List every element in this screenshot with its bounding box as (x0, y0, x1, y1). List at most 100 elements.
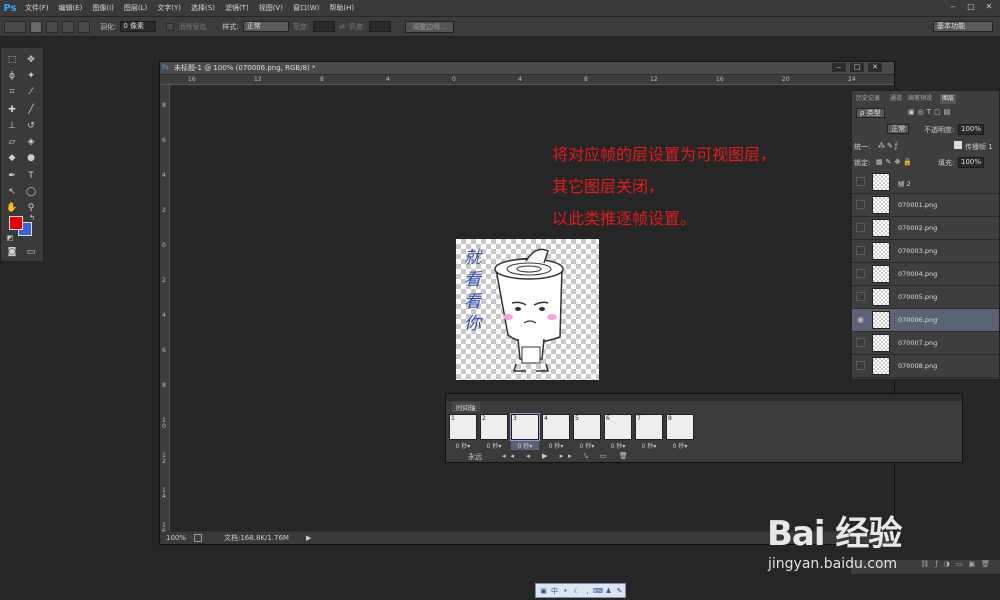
layer-row[interactable]: 070001.png (852, 194, 999, 217)
screen-mode-icon[interactable]: ▭ (24, 246, 38, 259)
frame-delay[interactable]: 0 秒▾ (604, 441, 632, 450)
ime-moon-icon[interactable]: ☾ (572, 586, 581, 596)
visibility-eye-icon[interactable] (856, 200, 865, 209)
minimize-icon[interactable]: ‒ (944, 1, 962, 13)
quick-mask-icon[interactable]: ◙ (5, 246, 19, 259)
workspace-select[interactable]: 基本功能 (933, 21, 993, 32)
tab-layers[interactable]: 图层 (940, 94, 957, 104)
lasso-tool-icon[interactable]: ϕ (5, 70, 19, 83)
frame-delay[interactable]: 0 秒▾ (666, 441, 694, 450)
feather-input[interactable]: 0 像素 (120, 21, 157, 32)
opacity-input[interactable]: 100% (958, 124, 984, 135)
hand-tool-icon[interactable]: ✋ (5, 202, 19, 215)
healing-brush-icon[interactable]: ✚ (5, 104, 19, 117)
blur-tool-icon[interactable]: ◆ (5, 152, 19, 165)
status-arrow-icon[interactable]: ▶ (306, 532, 311, 544)
ellipse-tool-icon[interactable]: ◯ (24, 186, 38, 199)
tab-history[interactable]: 历史记录 (854, 94, 882, 104)
height-input[interactable] (369, 21, 392, 32)
ime-settings-icon[interactable]: ✎ (615, 586, 624, 596)
layer-row[interactable]: 070005.png (852, 286, 999, 309)
animation-frame[interactable]: 4 0 秒▾ (542, 414, 570, 450)
document-tab[interactable]: Ps 未标题-1 @ 100% (070006.png, RGB/8) * ‒ … (160, 62, 894, 74)
menu-layer[interactable]: 图层(L) (119, 3, 152, 13)
visibility-eye-icon[interactable] (856, 177, 865, 186)
antialias-checkbox[interactable] (166, 22, 175, 31)
doc-minimize-icon[interactable]: ‒ (832, 63, 846, 72)
type-tool-icon[interactable]: T (24, 170, 38, 183)
animation-frame[interactable]: 8 0 秒▾ (666, 414, 694, 450)
close-icon[interactable]: ✕ (980, 1, 998, 13)
frame-delay[interactable]: 0 秒▾ (542, 441, 570, 450)
menu-edit[interactable]: 编辑(E) (54, 3, 88, 13)
animation-frame[interactable]: 6 0 秒▾ (604, 414, 632, 450)
ime-punct-icon[interactable]: • (561, 586, 570, 596)
menu-select[interactable]: 选择(S) (186, 3, 220, 13)
layer-row[interactable]: ◉ 070006.png (852, 309, 999, 332)
menu-file[interactable]: 文件(F) (20, 3, 54, 13)
visibility-eye-icon[interactable] (856, 223, 865, 232)
menu-image[interactable]: 图像(I) (87, 3, 119, 13)
unify-icons[interactable]: ⁂✎ƒ (878, 142, 899, 150)
animation-frame[interactable]: 5 0 秒▾ (573, 414, 601, 450)
path-select-icon[interactable]: ↖ (5, 186, 19, 199)
layer-row[interactable]: 070004.png (852, 263, 999, 286)
add-selection-icon[interactable] (46, 20, 58, 33)
swap-colors-icon[interactable]: ↰ (25, 212, 39, 225)
refine-edge-button[interactable]: 调整边缘... (405, 20, 454, 33)
menu-view[interactable]: 视图(V) (254, 3, 288, 13)
menu-filter[interactable]: 滤镜(T) (220, 3, 254, 13)
visibility-eye-icon[interactable] (856, 292, 865, 301)
foreground-color-swatch[interactable] (9, 216, 23, 230)
new-selection-icon[interactable] (30, 20, 42, 33)
visibility-eye-icon[interactable] (856, 246, 865, 255)
ime-comma-icon[interactable]: , (583, 586, 592, 596)
fill-input[interactable]: 100% (958, 157, 984, 168)
doc-close-icon[interactable]: ✕ (868, 63, 882, 72)
eraser-tool-icon[interactable]: ▱ (5, 136, 19, 149)
layer-row[interactable]: 070007.png (852, 332, 999, 355)
visibility-eye-icon[interactable] (856, 269, 865, 278)
subtract-selection-icon[interactable] (62, 20, 74, 33)
marquee-tool-icon[interactable]: ⬚ (5, 54, 19, 67)
menu-help[interactable]: 帮助(H) (324, 3, 359, 13)
width-input[interactable] (313, 21, 336, 32)
restore-icon[interactable]: □ (962, 1, 980, 13)
visibility-eye-icon[interactable]: ◉ (856, 315, 865, 324)
frame-delay[interactable]: 0 秒▾ (480, 441, 508, 450)
animation-frame[interactable]: 2 0 秒▾ (480, 414, 508, 450)
animation-frame[interactable]: 3 0 秒▾ (510, 413, 540, 450)
propagate-checkbox[interactable] (954, 141, 962, 149)
frame-delay[interactable]: 0 秒▾ (511, 441, 539, 450)
lock-icons[interactable]: ▦✎✥🔒 (876, 158, 915, 166)
layer-row[interactable]: 070003.png (852, 240, 999, 263)
zoom-level[interactable]: 100% (166, 532, 186, 544)
crop-tool-icon[interactable]: ⌗ (5, 86, 19, 99)
frame-delay[interactable]: 0 秒▾ (573, 441, 601, 450)
blend-mode-select[interactable]: 正常 (887, 124, 910, 134)
frame-delay[interactable]: 0 秒▾ (635, 441, 663, 450)
tab-channels[interactable]: 通道 (888, 94, 904, 104)
ime-chinese-icon[interactable]: 中 (550, 586, 559, 596)
menu-type[interactable]: 文字(Y) (152, 3, 186, 13)
eyedropper-icon[interactable]: ⁄ (24, 86, 38, 99)
animation-frame[interactable]: 7 0 秒▾ (635, 414, 663, 450)
frame-delay[interactable]: 0 秒▾ (449, 441, 477, 450)
menu-window[interactable]: 窗口(W) (288, 3, 324, 13)
history-brush-icon[interactable]: ↺ (24, 120, 38, 133)
clone-stamp-icon[interactable]: ⊥ (5, 120, 19, 133)
layer-row[interactable]: 帧 2 (852, 171, 999, 194)
dodge-tool-icon[interactable]: ● (24, 152, 38, 165)
layer-kind-filter[interactable]: ρ 类型 (856, 108, 885, 118)
move-tool-icon[interactable]: ✥ (24, 54, 38, 67)
filter-icons[interactable]: ▣◎T▢▤ (908, 108, 953, 116)
paint-bucket-icon[interactable]: ◈ (24, 136, 38, 149)
ime-keyboard-icon[interactable]: ⌨ (593, 586, 603, 596)
visibility-eye-icon[interactable] (856, 361, 865, 370)
loop-select[interactable]: 永远 (468, 452, 482, 462)
layer-row[interactable]: 070002.png (852, 217, 999, 240)
visibility-eye-icon[interactable] (856, 338, 865, 347)
tab-brush-presets[interactable]: 画笔预设 (906, 94, 934, 104)
magic-wand-icon[interactable]: ✦ (24, 70, 38, 83)
status-icon[interactable] (194, 534, 202, 542)
